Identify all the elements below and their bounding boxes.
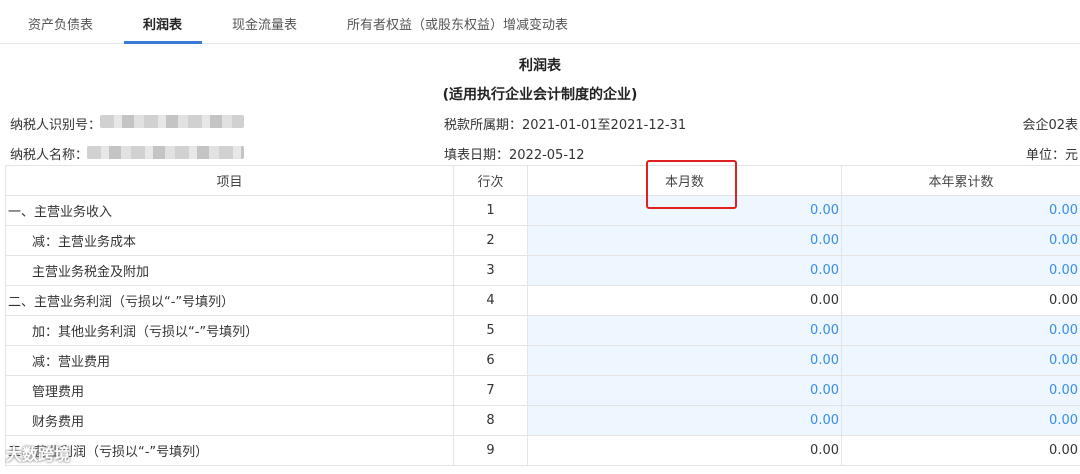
header-line: 行次 — [453, 165, 528, 196]
row-line: 6 — [453, 345, 528, 376]
ytd-value-input[interactable]: 0.00 — [841, 345, 1080, 376]
row-line: 9 — [453, 435, 528, 466]
tab-cash-flow[interactable]: 现金流量表 — [232, 14, 297, 33]
row-item: 一、主营业务收入 — [5, 195, 454, 226]
active-tab-indicator — [124, 41, 202, 44]
row-item: 管理费用 — [5, 375, 454, 406]
watermark: 大数跨境 — [6, 445, 71, 464]
ytd-value-input[interactable]: 0.00 — [841, 405, 1080, 436]
row-item: 财务费用 — [5, 405, 454, 436]
row-line: 2 — [453, 225, 528, 256]
report-subtitle: (适用执行企业会计制度的企业) — [442, 87, 638, 103]
header-item: 项目 — [5, 165, 454, 196]
form-code: 会企02表 — [1022, 118, 1078, 133]
ytd-value-input[interactable]: 0.00 — [841, 225, 1080, 256]
row-item: 加：其他业务利润（亏损以“-”号填列） — [5, 315, 454, 346]
table-row: 减：营业费用 6 0.00 0.00 — [5, 345, 1080, 376]
table-row: 减：主营业务成本 2 0.00 0.00 — [5, 225, 1080, 256]
taxpayer-name-redacted — [87, 146, 244, 159]
ytd-value: 0.00 — [841, 435, 1080, 466]
row-line: 8 — [453, 405, 528, 436]
month-value-input[interactable]: 0.00 — [527, 405, 842, 436]
row-line: 4 — [453, 285, 528, 316]
ytd-value-input[interactable]: 0.00 — [841, 195, 1080, 226]
month-value-input[interactable]: 0.00 — [527, 255, 842, 286]
row-item: 三、营业利润（亏损以“-”号填列） — [5, 435, 454, 466]
month-value-input[interactable]: 0.00 — [527, 195, 842, 226]
header-month: 本月数 — [527, 165, 842, 196]
taxpayer-name-label: 纳税人名称： — [10, 148, 89, 163]
unit: 单位：元 — [1025, 148, 1078, 163]
report-tabs: 资产负债表 利润表 现金流量表 所有者权益（或股东权益）增减变动表 — [0, 0, 1080, 44]
header-ytd: 本年累计数 — [841, 165, 1080, 196]
table-row: 二、主营业务利润（亏损以“-”号填列） 4 0.00 0.00 — [5, 285, 1080, 316]
row-line: 3 — [453, 255, 528, 286]
row-line: 7 — [453, 375, 528, 406]
tab-equity-changes[interactable]: 所有者权益（或股东权益）增减变动表 — [347, 14, 568, 33]
month-value-input[interactable]: 0.00 — [527, 225, 842, 256]
table-row: 一、主营业务收入 1 0.00 0.00 — [5, 195, 1080, 226]
row-line: 1 — [453, 195, 528, 226]
income-statement-table: 项目 行次 本月数 本年累计数 一、主营业务收入 1 0.00 0.00 减：主… — [5, 165, 1080, 466]
tab-balance-sheet[interactable]: 资产负债表 — [28, 14, 93, 33]
fill-date: 填表日期：2022-05-12 — [444, 148, 585, 163]
tab-income-statement[interactable]: 利润表 — [143, 14, 182, 33]
table-row: 管理费用 7 0.00 0.00 — [5, 375, 1080, 406]
row-item: 减：主营业务成本 — [5, 225, 454, 256]
month-value: 0.00 — [527, 435, 842, 466]
month-value-input[interactable]: 0.00 — [527, 375, 842, 406]
month-value-input[interactable]: 0.00 — [527, 345, 842, 376]
ytd-value: 0.00 — [841, 285, 1080, 316]
ytd-value-input[interactable]: 0.00 — [841, 375, 1080, 406]
taxpayer-id-label: 纳税人识别号： — [10, 118, 102, 133]
ytd-value-input[interactable]: 0.00 — [841, 255, 1080, 286]
table-row: 财务费用 8 0.00 0.00 — [5, 405, 1080, 436]
row-item: 主营业务税金及附加 — [5, 255, 454, 286]
month-value: 0.00 — [527, 285, 842, 316]
report-title: 利润表 — [519, 58, 561, 74]
ytd-value-input[interactable]: 0.00 — [841, 315, 1080, 346]
table-row: 三、营业利润（亏损以“-”号填列） 9 0.00 0.00 — [5, 435, 1080, 466]
row-line: 5 — [453, 315, 528, 346]
taxpayer-id-redacted — [100, 115, 244, 128]
month-value-input[interactable]: 0.00 — [527, 315, 842, 346]
row-item: 二、主营业务利润（亏损以“-”号填列） — [5, 285, 454, 316]
table-row: 主营业务税金及附加 3 0.00 0.00 — [5, 255, 1080, 286]
table-row: 加：其他业务利润（亏损以“-”号填列） 5 0.00 0.00 — [5, 315, 1080, 346]
table-header-row: 项目 行次 本月数 本年累计数 — [5, 165, 1080, 196]
tax-period: 税款所属期：2021-01-01至2021-12-31 — [444, 118, 687, 133]
row-item: 减：营业费用 — [5, 345, 454, 376]
